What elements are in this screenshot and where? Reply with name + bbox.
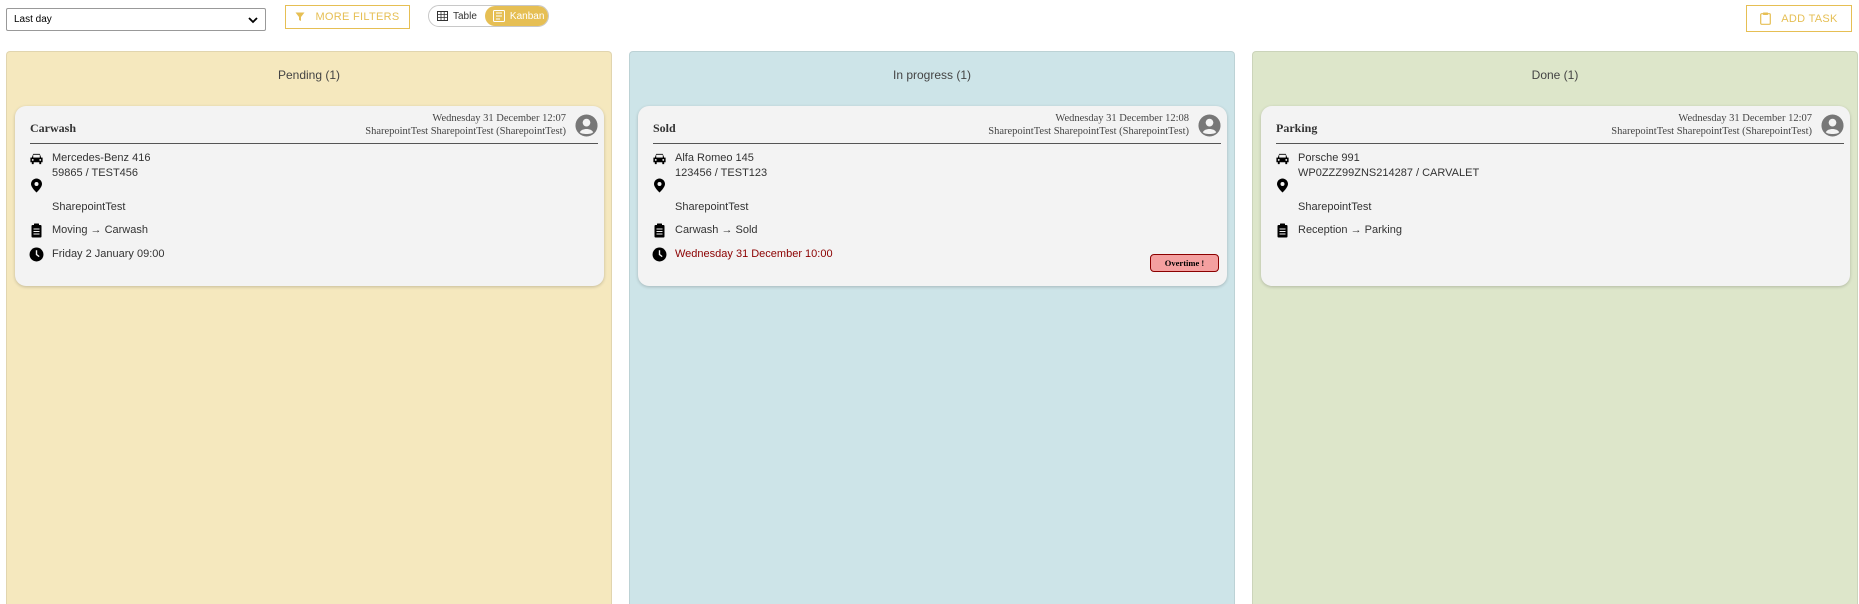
clock-icon <box>652 247 667 262</box>
view-option-table[interactable]: Table <box>429 6 485 26</box>
card-user: SharepointTest SharepointTest (Sharepoin… <box>365 126 566 137</box>
card-vehicle: Alfa Romeo 145 <box>675 152 754 164</box>
location-pin-icon <box>31 178 42 193</box>
period-select[interactable]: Last day <box>6 8 266 31</box>
card-divider <box>653 143 1221 144</box>
clipboard-icon <box>1277 223 1288 238</box>
column-title: In progress (1) <box>892 68 972 82</box>
view-option-table-label: Table <box>453 10 477 22</box>
card-plate: 123456 / TEST123 <box>675 167 768 179</box>
column-title: Done (1) <box>1531 68 1579 82</box>
card-plate: WP0ZZZ99ZNS214287 / CARVALET <box>1298 167 1480 179</box>
card-due-date: Wednesday 31 December 10:00 <box>675 248 833 260</box>
view-option-kanban[interactable]: Kanban <box>484 6 548 26</box>
card-task: Moving → Carwash <box>52 224 148 236</box>
period-select-value: Last day <box>14 14 52 25</box>
card-location: SharepointTest <box>1298 201 1372 213</box>
add-task-label: ADD TASK <box>1781 12 1838 25</box>
more-filters-button[interactable]: MORE FILTERS <box>285 5 410 29</box>
card-title: Sold <box>653 121 676 135</box>
card-title: Parking <box>1276 121 1318 135</box>
avatar-icon <box>1198 114 1221 137</box>
card-divider <box>1276 143 1844 144</box>
card-user: SharepointTest SharepointTest (Sharepoin… <box>1611 126 1812 137</box>
card-location: SharepointTest <box>675 201 749 213</box>
toolbar: Last day MORE FILTERS Table Kanban ADD T… <box>0 0 1859 44</box>
avatar-icon <box>1821 114 1844 137</box>
kanban-column-pending: Pending (1) Carwash Wednesday 31 Decembe… <box>6 51 612 604</box>
location-pin-icon <box>1277 178 1288 193</box>
kanban-column-done: Done (1) Parking Wednesday 31 December 1… <box>1252 51 1858 604</box>
card-meta: Wednesday 31 December 12:07 SharepointTe… <box>1611 112 1812 138</box>
filter-icon <box>295 12 305 21</box>
car-icon <box>1276 153 1289 165</box>
clock-icon <box>29 247 44 262</box>
kanban-icon <box>492 10 505 22</box>
card-plate: 59865 / TEST456 <box>52 167 139 179</box>
car-icon <box>653 153 666 165</box>
card-vehicle: Mercedes-Benz 416 <box>52 152 151 164</box>
avatar-icon <box>575 114 598 137</box>
task-card[interactable]: Parking Wednesday 31 December 12:07 Shar… <box>1261 106 1850 286</box>
card-vehicle: Porsche 991 <box>1298 152 1360 164</box>
car-icon <box>30 153 43 165</box>
card-meta: Wednesday 31 December 12:08 SharepointTe… <box>988 112 1189 138</box>
location-pin-icon <box>654 178 665 193</box>
task-card[interactable]: Sold Wednesday 31 December 12:08 Sharepo… <box>638 106 1227 286</box>
clipboard-add-icon <box>1760 12 1772 25</box>
view-toggle: Table Kanban <box>428 5 549 27</box>
card-divider <box>30 143 598 144</box>
card-location: SharepointTest <box>52 201 126 213</box>
card-task: Reception → Parking <box>1298 224 1402 236</box>
clipboard-icon <box>31 223 42 238</box>
card-meta: Wednesday 31 December 12:07 SharepointTe… <box>365 112 566 138</box>
card-task: Carwash → Sold <box>675 224 758 236</box>
kanban-column-in-progress: In progress (1) Sold Wednesday 31 Decemb… <box>629 51 1235 604</box>
card-date: Wednesday 31 December 12:07 <box>432 113 566 124</box>
add-task-button[interactable]: ADD TASK <box>1746 5 1852 32</box>
card-title: Carwash <box>30 121 77 135</box>
clipboard-icon <box>654 223 665 238</box>
overtime-badge: Overtime ! <box>1150 254 1219 272</box>
table-icon <box>437 11 448 21</box>
task-card[interactable]: Carwash Wednesday 31 December 12:07 Shar… <box>15 106 604 286</box>
more-filters-label: MORE FILTERS <box>315 11 400 23</box>
card-date: Wednesday 31 December 12:08 <box>1055 113 1189 124</box>
card-date: Wednesday 31 December 12:07 <box>1678 113 1812 124</box>
chevron-down-icon <box>248 17 258 24</box>
card-due-date: Friday 2 January 09:00 <box>52 248 165 260</box>
card-user: SharepointTest SharepointTest (Sharepoin… <box>988 126 1189 137</box>
column-title: Pending (1) <box>277 68 341 82</box>
view-option-kanban-label: Kanban <box>509 10 545 22</box>
